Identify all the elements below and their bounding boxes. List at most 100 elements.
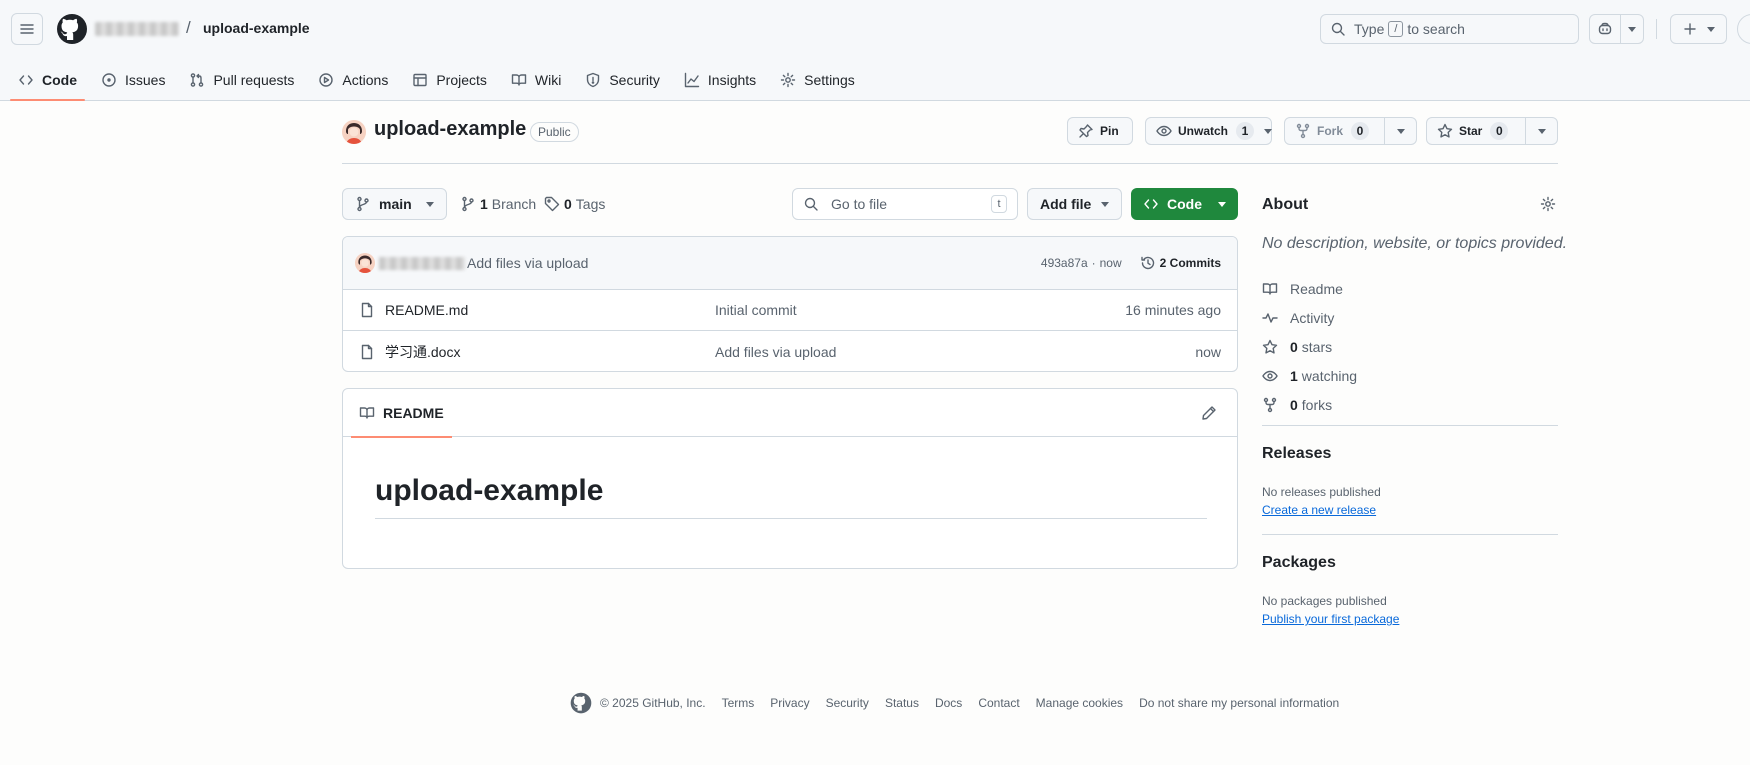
- tags-link[interactable]: 0 Tags: [544, 196, 605, 212]
- pin-button[interactable]: Pin: [1067, 117, 1133, 145]
- menu-button[interactable]: [11, 13, 43, 45]
- tab-label: Projects: [436, 72, 487, 88]
- tab-label: Issues: [125, 72, 166, 88]
- footer-link-docs[interactable]: Docs: [935, 696, 962, 710]
- readme-link[interactable]: Readme: [1262, 274, 1357, 303]
- issues-circle-button[interactable]: [1737, 14, 1750, 44]
- star-count: 0: [1490, 122, 1509, 140]
- github-logo-icon[interactable]: [570, 692, 592, 714]
- file-row[interactable]: 学习通.docx Add files via upload now: [343, 331, 1237, 371]
- fork-button[interactable]: Fork 0: [1284, 117, 1417, 145]
- footer-link-security[interactable]: Security: [826, 696, 869, 710]
- tab-settings[interactable]: Settings: [772, 60, 863, 100]
- commit-separator: ·: [1091, 256, 1096, 270]
- file-name[interactable]: 学习通.docx: [385, 342, 715, 362]
- gear-icon: [780, 72, 796, 88]
- chevron-down-icon: [1396, 128, 1405, 134]
- pin-icon: [1079, 124, 1093, 138]
- code-icon: [19, 75, 33, 85]
- publish-package-link[interactable]: Publish your first package: [1262, 612, 1399, 626]
- search-icon: [1331, 22, 1345, 36]
- file-icon: [361, 302, 373, 318]
- search-shortcut-key: /: [1388, 21, 1404, 37]
- file-commit-message[interactable]: Initial commit: [715, 302, 797, 318]
- add-file-button[interactable]: Add file: [1027, 188, 1122, 220]
- copilot-icon: [1598, 22, 1612, 35]
- unwatch-dropdown[interactable]: [1264, 118, 1273, 144]
- footer-link-contact[interactable]: Contact: [978, 696, 1019, 710]
- play-icon: [319, 73, 334, 87]
- graph-icon: [684, 72, 700, 88]
- pencil-icon[interactable]: [1201, 405, 1217, 421]
- packages-title[interactable]: Packages: [1262, 554, 1336, 572]
- releases-title[interactable]: Releases: [1262, 445, 1331, 463]
- footer-link-terms[interactable]: Terms: [722, 696, 755, 710]
- latest-commit-bar: Add files via upload 493a87a · now 2 Com…: [343, 237, 1237, 290]
- chevron-down-icon: [1537, 128, 1546, 134]
- tab-security[interactable]: Security: [577, 60, 668, 100]
- file-commit-message[interactable]: Add files via upload: [715, 344, 836, 360]
- chevron-down-icon: [1264, 128, 1273, 134]
- gear-icon[interactable]: [1540, 196, 1556, 212]
- unwatch-button[interactable]: Unwatch 1: [1145, 117, 1273, 145]
- about-description: No description, website, or topics provi…: [1262, 235, 1568, 252]
- tag-icon: [544, 196, 560, 212]
- footer-copyright: © 2025 GitHub, Inc.: [600, 696, 706, 710]
- search-placeholder-prefix: Type: [1354, 21, 1385, 37]
- packages-empty-text: No packages published: [1262, 594, 1387, 608]
- tab-projects[interactable]: Projects: [404, 60, 495, 100]
- readme-tab-label: README: [383, 405, 444, 421]
- branch-selector[interactable]: main: [342, 188, 447, 220]
- owner-name-redacted[interactable]: [95, 22, 179, 36]
- repo-title[interactable]: upload-example: [374, 118, 526, 141]
- create-release-link[interactable]: Create a new release: [1262, 503, 1376, 517]
- tab-pull-requests[interactable]: Pull requests: [181, 60, 302, 100]
- stars-count: 0: [1290, 338, 1298, 355]
- tag-label: Tags: [575, 196, 606, 212]
- star-dropdown[interactable]: [1525, 118, 1557, 144]
- global-search-input[interactable]: Type / to search: [1320, 14, 1579, 44]
- committer-name-redacted[interactable]: [379, 256, 465, 270]
- code-button[interactable]: Code: [1131, 188, 1238, 220]
- activity-link[interactable]: Activity: [1262, 303, 1357, 332]
- commits-history-link[interactable]: 2 Commits: [1140, 255, 1221, 271]
- tab-issues[interactable]: Issues: [93, 60, 173, 100]
- tab-insights[interactable]: Insights: [676, 60, 764, 100]
- fork-dropdown[interactable]: [1384, 118, 1416, 144]
- file-name[interactable]: README.md: [385, 302, 715, 318]
- pull-request-icon: [191, 73, 204, 87]
- footer-link-do-not-share[interactable]: Do not share my personal information: [1139, 696, 1339, 710]
- file-row[interactable]: README.md Initial commit 16 minutes ago: [343, 290, 1237, 331]
- history-icon: [1140, 256, 1154, 270]
- star-button[interactable]: Star 0: [1426, 117, 1558, 145]
- footer-link-manage-cookies[interactable]: Manage cookies: [1036, 696, 1123, 710]
- tab-code[interactable]: Code: [10, 60, 85, 101]
- tab-wiki[interactable]: Wiki: [503, 60, 569, 100]
- breadcrumb-separator: /: [186, 18, 191, 37]
- copilot-dropdown[interactable]: [1621, 26, 1643, 32]
- breadcrumb-repo-link[interactable]: upload-example: [203, 20, 310, 36]
- sidebar-divider: [1262, 534, 1558, 535]
- committer-avatar[interactable]: [355, 253, 375, 273]
- tab-label: Actions: [342, 72, 389, 88]
- tab-label: Settings: [804, 72, 855, 88]
- tab-actions[interactable]: Actions: [310, 60, 396, 100]
- footer-link-privacy[interactable]: Privacy: [770, 696, 809, 710]
- unwatch-label: Unwatch: [1178, 124, 1229, 138]
- branches-link[interactable]: 1 Branch: [460, 196, 536, 212]
- footer-link-status[interactable]: Status: [885, 696, 919, 710]
- github-logo-icon[interactable]: [56, 13, 88, 45]
- go-to-file-input[interactable]: Go to file t: [792, 188, 1018, 220]
- watching-link[interactable]: 1 watching: [1262, 361, 1357, 390]
- code-icon: [1144, 199, 1158, 209]
- watching-count: 1: [1290, 367, 1298, 384]
- commit-sha[interactable]: 493a87a: [1041, 256, 1088, 270]
- plus-icon: [1684, 23, 1696, 35]
- copilot-button[interactable]: [1589, 14, 1644, 44]
- stars-link[interactable]: 0 stars: [1262, 332, 1357, 361]
- forks-link[interactable]: 0 forks: [1262, 390, 1357, 419]
- owner-avatar[interactable]: [342, 120, 366, 144]
- create-new-button[interactable]: [1670, 14, 1727, 44]
- latest-commit-message[interactable]: Add files via upload: [467, 255, 588, 271]
- readme-tab[interactable]: README: [351, 389, 452, 438]
